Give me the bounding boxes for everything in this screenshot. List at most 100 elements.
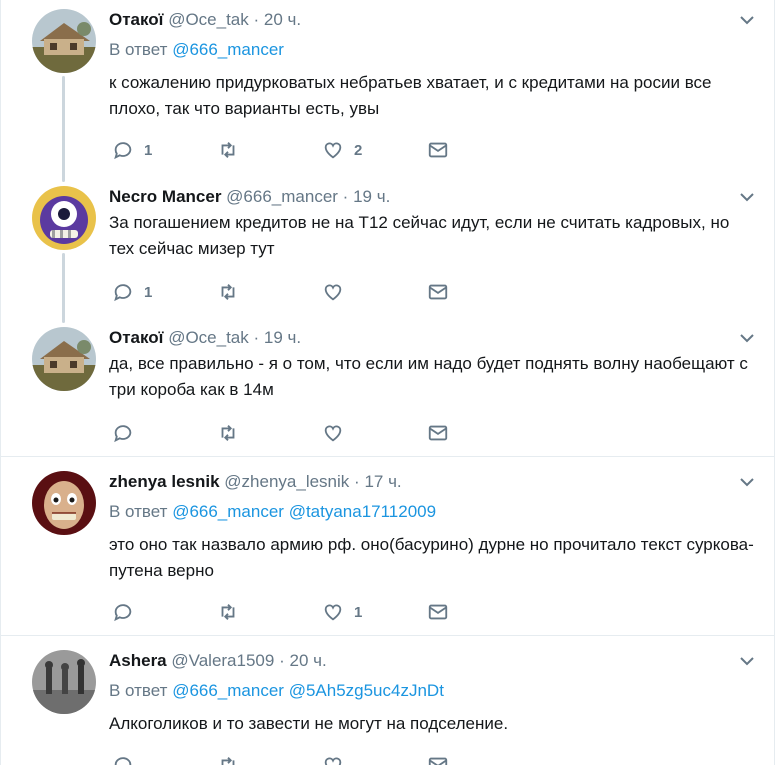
like-button[interactable]: 1 (322, 600, 362, 624)
reply-button[interactable]: 1 (112, 280, 152, 304)
reply-context: В ответ @666_mancer @5Ah5zg5uc4zJnDt (109, 680, 756, 702)
like-icon (324, 142, 342, 159)
timestamp[interactable]: 20 ч. (264, 10, 301, 29)
like-icon (324, 284, 342, 301)
message-button[interactable] (427, 280, 449, 304)
retweet-icon (221, 604, 235, 620)
tweet-text: За погашением кредитов не на Т12 сейчас … (109, 213, 730, 258)
divider (1, 456, 775, 457)
tweet-header: zhenya lesnik @zhenya_lesnik · 17 ч. (109, 471, 756, 493)
like-icon (324, 425, 342, 442)
separator-dot: · (253, 10, 260, 29)
reply-button[interactable] (112, 421, 144, 445)
tweet-text: к сожалению придурковатых небратьев хват… (109, 73, 712, 118)
separator-dot: · (253, 328, 260, 347)
timestamp[interactable]: 20 ч. (289, 651, 326, 670)
display-name[interactable]: Necro Mancer (109, 187, 221, 206)
message-icon (428, 425, 448, 441)
username[interactable]: @zhenya_lesnik (224, 472, 349, 491)
retweet-icon (221, 284, 235, 300)
chevron-down-icon[interactable] (738, 11, 756, 29)
mention-link[interactable]: @666_mancer (172, 40, 284, 59)
timestamp[interactable]: 19 ч. (353, 187, 390, 206)
display-name[interactable]: Ashera (109, 651, 167, 670)
retweet-button[interactable] (217, 280, 249, 304)
timestamp[interactable]: 17 ч. (364, 472, 401, 491)
retweet-button[interactable] (217, 753, 239, 765)
username[interactable]: @666_mancer (226, 187, 338, 206)
retweet-icon (221, 425, 235, 441)
tweet[interactable]: Отакої @Oce_tak · 19 ч. да, все правильн… (1, 327, 775, 453)
reply-icon (114, 604, 132, 622)
avatar[interactable] (32, 186, 96, 250)
retweet-button[interactable] (217, 421, 249, 445)
username[interactable]: @Oce_tak (168, 10, 249, 29)
message-button[interactable] (427, 753, 449, 765)
separator-dot: · (342, 187, 349, 206)
mention-link[interactable]: @666_mancer (172, 502, 284, 521)
avatar[interactable] (32, 327, 96, 391)
timestamp[interactable]: 19 ч. (264, 328, 301, 347)
mention-link[interactable]: @666_mancer (172, 681, 284, 700)
reply-prefix: В ответ (109, 40, 168, 59)
message-icon (428, 757, 448, 765)
avatar[interactable] (32, 9, 96, 73)
like-button[interactable] (322, 753, 344, 765)
tweet-text: Алкоголиков и то завести не могут на под… (109, 714, 509, 733)
reply-context: В ответ @666_mancer @tatyana17112009 (109, 501, 756, 523)
like-button[interactable]: 2 (322, 138, 362, 162)
reply-icon (114, 284, 132, 302)
reply-count: 1 (144, 141, 153, 159)
separator-dot: · (354, 472, 360, 491)
avatar[interactable] (32, 650, 96, 714)
retweet-icon (221, 142, 235, 158)
reply-icon (114, 757, 132, 765)
like-icon (324, 604, 342, 621)
chevron-down-icon[interactable] (738, 188, 756, 206)
mention-link[interactable]: @tatyana17112009 (289, 502, 436, 521)
reply-button[interactable] (112, 753, 134, 765)
display-name[interactable]: Отакої (109, 328, 163, 347)
reply-count: 1 (144, 283, 153, 301)
tweet-thread: Отакої @Oce_tak · 20 ч. В ответ @666_man… (0, 0, 775, 765)
username[interactable]: @Valera1509 (171, 651, 274, 670)
message-button[interactable] (427, 138, 449, 162)
like-count: 2 (354, 141, 363, 159)
tweet[interactable]: Ashera @Valera1509 · 20 ч. В ответ @666_… (1, 650, 775, 765)
tweet[interactable]: Отакої @Oce_tak · 20 ч. В ответ @666_man… (1, 9, 775, 179)
like-count: 1 (354, 603, 363, 621)
tweet-text: да, все правильно - я о том, что если им… (109, 354, 748, 399)
reply-prefix: В ответ (109, 681, 168, 700)
avatar[interactable] (32, 471, 96, 535)
tweet-header: Ashera @Valera1509 · 20 ч. (109, 650, 756, 672)
display-name[interactable]: zhenya lesnik (109, 472, 220, 491)
message-icon (428, 142, 448, 158)
message-button[interactable] (427, 600, 449, 624)
separator-dot: · (279, 651, 285, 670)
chevron-down-icon[interactable] (738, 329, 756, 347)
retweet-button[interactable] (217, 138, 249, 162)
mention-link[interactable]: @5Ah5zg5uc4zJnDt (289, 681, 444, 700)
tweet[interactable]: zhenya lesnik @zhenya_lesnik · 17 ч. В о… (1, 471, 775, 631)
like-icon (324, 757, 342, 765)
chevron-down-icon[interactable] (738, 473, 756, 491)
reply-context: В ответ @666_mancer (109, 39, 756, 61)
reply-icon (114, 142, 132, 160)
chevron-down-icon[interactable] (738, 652, 756, 670)
reply-prefix: В ответ (109, 502, 168, 521)
divider (1, 635, 775, 636)
tweet-header: Necro Mancer @666_mancer · 19 ч. (109, 186, 756, 208)
retweet-button[interactable] (217, 600, 249, 624)
tweet[interactable]: Necro Mancer @666_mancer · 19 ч. За пога… (1, 186, 775, 316)
username[interactable]: @Oce_tak (168, 328, 249, 347)
like-button[interactable] (322, 421, 354, 445)
message-button[interactable] (427, 421, 449, 445)
reply-button[interactable] (112, 600, 144, 624)
message-icon (428, 604, 448, 620)
like-button[interactable] (322, 280, 354, 304)
tweet-header: Отакої @Oce_tak · 20 ч. (109, 9, 756, 31)
message-icon (428, 284, 448, 300)
tweet-header: Отакої @Oce_tak · 19 ч. (109, 327, 756, 349)
display-name[interactable]: Отакої (109, 10, 163, 29)
reply-button[interactable]: 1 (112, 138, 152, 162)
